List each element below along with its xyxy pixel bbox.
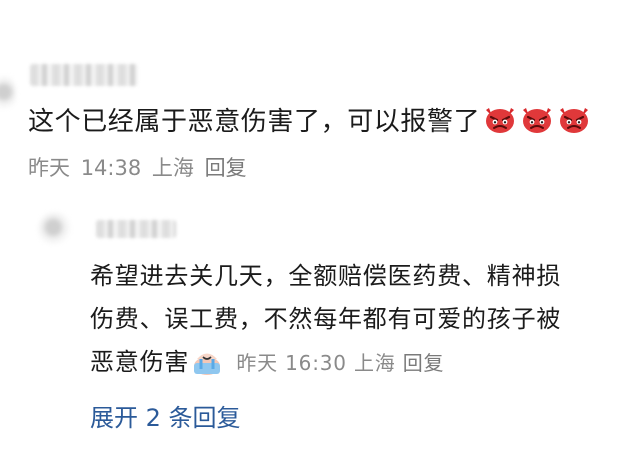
comment-location: 上海 [151, 156, 194, 180]
reply-location: 上海 [353, 351, 396, 375]
reply-text-line-1: 希望进去关几天，全额赔偿医药费、精神损 [90, 262, 562, 290]
reply-text-tail: 恶意伤害 [90, 348, 190, 376]
angry-devil-icon [486, 108, 515, 133]
reply-name-redacted[interactable] [96, 220, 176, 238]
comment-date: 昨天 [28, 156, 70, 180]
reply-avatar[interactable] [38, 212, 72, 246]
reply-button[interactable]: 回复 [403, 351, 445, 375]
comment-body: 这个已经属于恶意伤害了，可以报警了 [28, 101, 591, 138]
reply-meta: 昨天 16:30 上海 回复 [229, 351, 444, 375]
reply-button[interactable]: 回复 [205, 156, 247, 180]
angry-devil-icon [523, 108, 552, 133]
reply-text-line-3: 恶意伤害 昨天 16:30 上海 回复 [90, 342, 444, 377]
commenter-name-redacted[interactable] [30, 64, 138, 86]
crying-face-icon [194, 353, 221, 375]
reaction-emojis [480, 107, 591, 137]
comment-meta: 昨天 14:38 上海 回复 [28, 152, 251, 182]
comment-time: 14:38 [80, 156, 142, 180]
reply-date: 昨天 [236, 351, 278, 375]
comment-text: 这个已经属于恶意伤害了，可以报警了 [28, 107, 481, 137]
commenter-avatar[interactable] [0, 74, 16, 114]
reply-text-line-2: 伤费、误工费，不然每年都有可爱的孩子被 [90, 305, 562, 333]
angry-devil-icon [560, 108, 589, 133]
reply-time: 16:30 [285, 351, 347, 375]
expand-replies-link[interactable]: 展开 2 条回复 [90, 398, 241, 433]
